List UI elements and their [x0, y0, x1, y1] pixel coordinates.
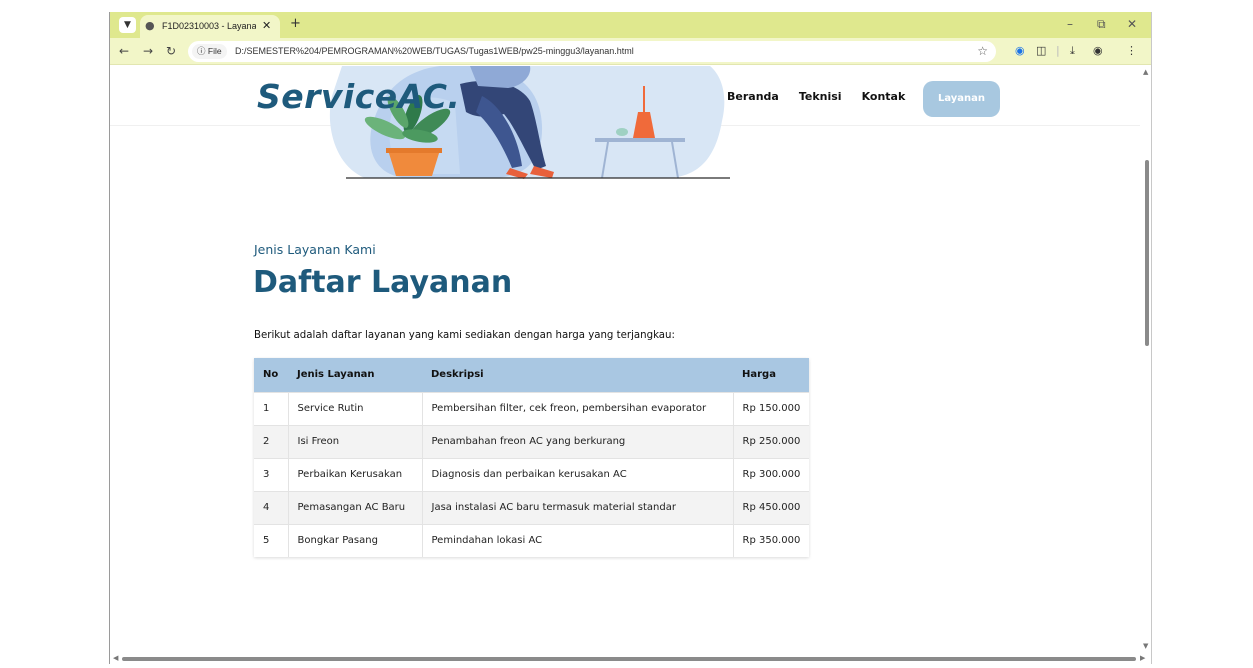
reload-icon[interactable]: ↻ [166, 44, 176, 58]
new-tab-icon[interactable]: + [290, 17, 301, 31]
puzzle-icon[interactable]: ◫ [1036, 44, 1046, 58]
tab-title: F1D02310003 - LayananService [162, 21, 256, 31]
close-window-icon[interactable]: ✕ [1127, 17, 1137, 31]
page-title: Daftar Layanan [253, 265, 513, 300]
intro-text: Berikut adalah daftar layanan yang kami … [254, 330, 675, 341]
table-cell-price: Rp 300.000 [733, 457, 810, 491]
address-bar[interactable]: ⓘ File D:/SEMESTER%204/PEMROGRAMAN%20WEB… [188, 41, 996, 62]
section-subtitle: Jenis Layanan Kami [254, 242, 376, 257]
globe-icon: ● [145, 19, 155, 32]
chevron-down-icon[interactable]: ▼ [119, 17, 136, 33]
browser-window: ▼ ● F1D02310003 - LayananService ✕ + – ⧉… [109, 12, 1152, 664]
nav-link-layanan[interactable]: Layanan [923, 81, 1000, 117]
table-cell-service: Bongkar Pasang [288, 523, 423, 557]
file-chip-label: File [207, 46, 222, 56]
table-row: 1 Service Rutin Pembersihan filter, cek … [254, 391, 810, 425]
scroll-down-icon[interactable]: ▼ [1143, 642, 1148, 650]
table-header-cell: Deskripsi [422, 358, 733, 392]
table-row: 5 Bongkar Pasang Pemindahan lokasi AC Rp… [254, 523, 810, 557]
site-logo[interactable]: ServiceAC. [257, 79, 460, 115]
nav-link-teknisi[interactable]: Teknisi [799, 90, 842, 104]
arrow-left-icon[interactable]: ← [119, 44, 129, 58]
download-icon[interactable]: ⤓ [1070, 44, 1075, 58]
table-cell-no: 3 [254, 457, 289, 491]
table-cell-no: 4 [254, 490, 289, 524]
nav-link-beranda[interactable]: Beranda [727, 90, 779, 104]
main-nav: Beranda Teknisi Kontak [727, 90, 925, 104]
browser-tab[interactable]: ● F1D02310003 - LayananService ✕ [140, 15, 280, 38]
horizontal-scrollbar[interactable]: ◀ ▶ [110, 654, 1151, 664]
table-cell-description: Pemindahan lokasi AC [422, 523, 734, 557]
services-table: No Jenis Layanan Deskripsi Harga 1 Servi… [254, 358, 810, 557]
star-icon[interactable]: ☆ [977, 44, 988, 58]
table-header-cell: Harga [733, 358, 810, 392]
table-cell-description: Diagnosis dan perbaikan kerusakan AC [422, 457, 734, 491]
horizontal-scroll-thumb[interactable] [122, 657, 1136, 661]
arrow-right-icon[interactable]: → [143, 44, 153, 58]
table-cell-price: Rp 350.000 [733, 523, 810, 557]
table-cell-price: Rp 450.000 [733, 490, 810, 524]
table-cell-service: Perbaikan Kerusakan [288, 457, 423, 491]
table-row: 4 Pemasangan AC Baru Jasa instalasi AC b… [254, 490, 810, 524]
table-cell-service: Pemasangan AC Baru [288, 490, 423, 524]
minimize-icon[interactable]: – [1067, 17, 1073, 31]
scroll-right-icon[interactable]: ▶ [1140, 654, 1145, 662]
scroll-left-icon[interactable]: ◀ [113, 654, 118, 662]
table-cell-price: Rp 250.000 [733, 424, 810, 458]
table-cell-no: 1 [254, 391, 289, 425]
restore-icon[interactable]: ⧉ [1097, 17, 1106, 31]
profile-avatar-icon[interactable]: ◉ [1093, 44, 1103, 58]
toolbar-divider: | [1056, 44, 1060, 57]
more-vertical-icon[interactable]: ⋮ [1126, 44, 1137, 58]
table-row: 2 Isi Freon Penambahan freon AC yang ber… [254, 424, 810, 458]
table-header-cell: No [254, 358, 288, 392]
table-cell-service: Service Rutin [288, 391, 423, 425]
close-icon[interactable]: ✕ [262, 19, 271, 32]
vertical-scroll-thumb[interactable] [1145, 160, 1149, 346]
table-row: 3 Perbaikan Kerusakan Diagnosis dan perb… [254, 457, 810, 491]
url-text[interactable]: D:/SEMESTER%204/PEMROGRAMAN%20WEB/TUGAS/… [235, 45, 634, 58]
table-cell-description: Jasa instalasi AC baru termasuk material… [422, 490, 734, 524]
table-cell-price: Rp 150.000 [733, 391, 810, 425]
table-cell-description: Pembersihan filter, cek freon, pembersih… [422, 391, 734, 425]
screen: ▼ ● F1D02310003 - LayananService ✕ + – ⧉… [0, 0, 1253, 668]
browser-toolbar: ← → ↻ ⓘ File D:/SEMESTER%204/PEMROGRAMAN… [110, 38, 1151, 65]
page-viewport: ServiceAC. Beranda Teknisi Kontak Layana… [110, 66, 1140, 655]
nav-link-kontak[interactable]: Kontak [862, 90, 906, 104]
table-header-cell: Jenis Layanan [288, 358, 422, 392]
site-info-chip[interactable]: ⓘ File [192, 44, 227, 59]
table-cell-service: Isi Freon [288, 424, 423, 458]
table-cell-description: Penambahan freon AC yang berkurang [422, 424, 734, 458]
info-icon: ⓘ [197, 46, 206, 56]
tab-strip: ▼ ● F1D02310003 - LayananService ✕ + – ⧉… [110, 12, 1151, 38]
vertical-scrollbar[interactable]: ▲ ▼ [1140, 66, 1151, 655]
scroll-up-icon[interactable]: ▲ [1143, 68, 1148, 76]
table-header-row: No Jenis Layanan Deskripsi Harga [254, 358, 810, 392]
table-cell-no: 5 [254, 523, 289, 557]
extension-icon[interactable]: ◉ [1015, 44, 1025, 58]
table-cell-no: 2 [254, 424, 289, 458]
